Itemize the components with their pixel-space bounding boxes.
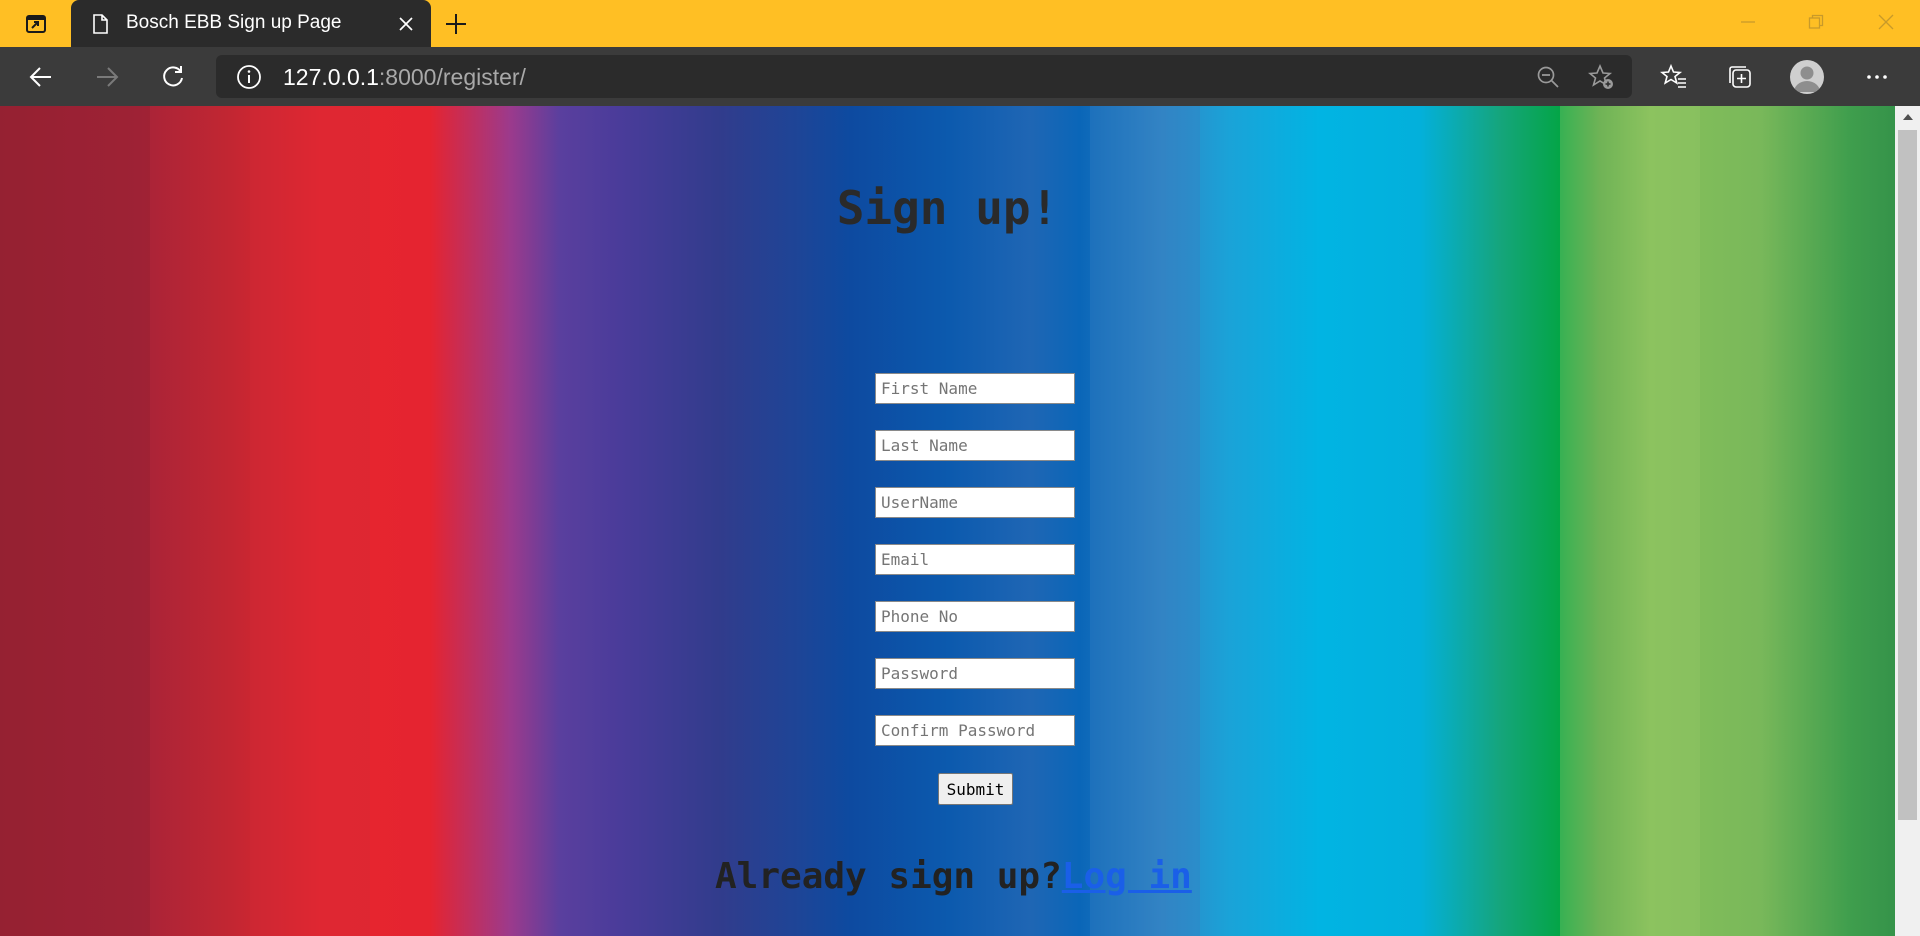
page-background: Sign up! Submit Already sign up?Log in xyxy=(0,106,1895,936)
first-name-field[interactable] xyxy=(875,373,1075,404)
login-prompt: Already sign up?Log in xyxy=(715,856,1192,897)
forward-arrow-icon[interactable] xyxy=(86,56,128,98)
password-field[interactable] xyxy=(875,658,1075,689)
zoom-out-icon[interactable] xyxy=(1533,62,1563,92)
submit-button[interactable]: Submit xyxy=(938,773,1013,805)
phone-field[interactable] xyxy=(875,601,1075,632)
last-name-field[interactable] xyxy=(875,430,1075,461)
tab-title: Bosch EBB Sign up Page xyxy=(126,12,342,33)
url-text[interactable]: 127.0.0.1:8000/register/ xyxy=(283,64,526,91)
already-text: Already sign up? xyxy=(715,856,1062,897)
email-field[interactable] xyxy=(875,544,1075,575)
collections-icon[interactable] xyxy=(1719,56,1761,98)
address-bar[interactable]: 127.0.0.1:8000/register/ xyxy=(216,55,1632,98)
username-field[interactable] xyxy=(875,487,1075,518)
refresh-icon[interactable] xyxy=(152,56,194,98)
url-host: 127.0.0.1 xyxy=(283,64,379,90)
plus-icon[interactable] xyxy=(438,8,474,40)
title-bar: Bosch EBB Sign up Page xyxy=(0,0,1920,47)
page-title: Sign up! xyxy=(836,181,1059,235)
page-icon xyxy=(93,14,108,34)
scroll-up-icon[interactable] xyxy=(1895,106,1920,128)
toolbar: 127.0.0.1:8000/register/ xyxy=(0,47,1920,106)
url-path: :8000/register/ xyxy=(378,64,526,90)
confirm-password-field[interactable] xyxy=(875,715,1075,746)
info-icon[interactable] xyxy=(236,64,262,90)
favorites-icon[interactable] xyxy=(1653,56,1695,98)
more-icon[interactable] xyxy=(1856,56,1898,98)
window-close-icon[interactable] xyxy=(1858,0,1914,44)
back-arrow-icon[interactable] xyxy=(20,56,62,98)
vertical-scrollbar[interactable] xyxy=(1895,106,1920,936)
restore-icon[interactable] xyxy=(1788,0,1844,44)
login-link[interactable]: Log in xyxy=(1062,856,1192,897)
close-icon[interactable] xyxy=(391,9,421,39)
scroll-thumb[interactable] xyxy=(1898,130,1917,820)
minimize-icon[interactable] xyxy=(1720,0,1776,44)
tab-actions-icon[interactable] xyxy=(16,8,56,40)
active-tab[interactable]: Bosch EBB Sign up Page xyxy=(71,0,431,47)
add-favorite-icon[interactable] xyxy=(1586,62,1616,92)
profile-icon[interactable] xyxy=(1790,60,1824,94)
